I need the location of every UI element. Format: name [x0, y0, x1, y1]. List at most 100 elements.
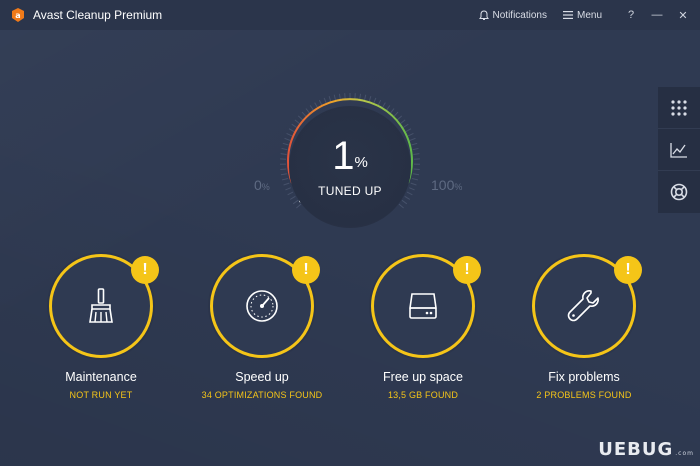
fix-problems-alert-badge: !: [614, 256, 642, 284]
gauge-max: 100%: [431, 177, 462, 193]
gauge-tick: [410, 182, 417, 186]
watermark-text: UEBUG: [598, 439, 674, 460]
svg-text:a: a: [15, 11, 20, 20]
gauge-tick: [405, 128, 412, 133]
fix-problems-status: 2 PROBLEMS FOUND: [536, 390, 632, 400]
gauge-max-unit: %: [454, 182, 463, 192]
speedometer-icon: [246, 290, 278, 322]
gauge-tick: [282, 142, 289, 146]
gauge-tick: [398, 203, 404, 209]
gauge-tick: [385, 105, 391, 111]
gauge-tick: [291, 123, 298, 128]
menu-label: Menu: [576, 9, 602, 21]
gauge-tick: [285, 187, 292, 191]
fix-problems-title: Fix problems: [548, 370, 620, 384]
gauge-tick: [286, 132, 293, 137]
broom-icon: [89, 288, 113, 323]
gauge-tick: [411, 142, 418, 146]
gauge-value-unit: %: [354, 154, 368, 171]
free-up-space-alert-badge: !: [453, 256, 481, 284]
free-up-space-title: Free up space: [383, 370, 463, 384]
gauge-tick: [413, 168, 420, 171]
title-bar: a Avast Cleanup Premium Notifications Me…: [0, 0, 700, 30]
maintenance-card: ! Maintenance NOT RUN YET: [16, 254, 186, 424]
gauge-tick: [280, 153, 287, 155]
gauge-tick: [287, 191, 294, 196]
gauge-tick: [381, 102, 386, 109]
app-title: Avast Cleanup Premium: [33, 8, 163, 22]
gauge-tick: [373, 97, 377, 104]
watermark: UEBUG .com: [598, 439, 694, 460]
hamburger-icon: [562, 11, 573, 19]
gauge-tick: [406, 191, 413, 196]
minimize-button[interactable]: —: [644, 0, 670, 30]
speed-up-title: Speed up: [235, 370, 289, 384]
gauge-tick: [407, 132, 414, 137]
maintenance-alert-badge: !: [131, 256, 159, 284]
side-panel: [658, 87, 700, 213]
free-up-space-card: ! Free up space 13,5 GB FOUND: [338, 254, 508, 424]
gauge-tick: [301, 111, 307, 117]
gauge-tick: [363, 94, 367, 101]
side-grid-button[interactable]: [658, 87, 700, 129]
gauge-tick: [280, 173, 287, 176]
gauge-tick: [288, 128, 295, 133]
speed-up-status: 34 OPTIMIZATIONS FOUND: [201, 390, 323, 400]
side-help-button[interactable]: [658, 171, 700, 213]
free-up-space-status: 13,5 GB FOUND: [387, 390, 459, 400]
gauge-tick: [314, 102, 319, 109]
gauge-tick: [309, 105, 315, 111]
gauge-tick: [296, 203, 302, 209]
help-button[interactable]: ?: [618, 0, 644, 30]
gauge-tick: [280, 168, 287, 171]
gauge-tick: [328, 96, 332, 103]
maintenance-status: NOT RUN YET: [69, 390, 133, 400]
gauge-tick: [323, 97, 327, 104]
gauge-tick: [413, 153, 420, 155]
fix-problems-card: ! Fix problems 2 PROBLEMS FOUND: [499, 254, 669, 424]
gauge-tick: [411, 177, 419, 181]
hard-drive-icon: [409, 293, 437, 319]
gauge-tick: [396, 115, 403, 121]
gauge-value-number: 1: [332, 134, 355, 178]
lifebuoy-icon: [670, 183, 688, 201]
gauge-min-unit: %: [261, 182, 270, 192]
gauge-tick: [401, 199, 408, 205]
speed-up-alert-badge: !: [292, 256, 320, 284]
gauge-tick: [409, 137, 416, 141]
gauge-tick: [292, 199, 299, 205]
gauge-tick: [377, 99, 382, 106]
gauge-tick: [318, 99, 323, 106]
side-chart-button[interactable]: [658, 129, 700, 171]
gauge-tick: [402, 123, 409, 128]
avast-logo-icon: a: [12, 8, 24, 22]
gauge-value: 1%: [300, 136, 400, 183]
gauge-tick: [289, 195, 296, 200]
watermark-sub: .com: [675, 450, 694, 457]
maintenance-title: Maintenance: [65, 370, 137, 384]
gauge-tick: [284, 137, 291, 141]
chart-icon: [670, 142, 687, 158]
gauge-tick: [400, 119, 406, 124]
wrench-icon: [567, 290, 599, 322]
gauge-tick: [297, 115, 304, 121]
gauge-tick: [412, 147, 419, 151]
gauge-tick: [333, 94, 337, 101]
gauge-min: 0%: [254, 177, 270, 193]
bell-icon: [478, 9, 489, 20]
speed-up-card: ! Speed up 34 OPTIMIZATIONS FOUND: [177, 254, 347, 424]
menu-button[interactable]: Menu: [562, 9, 602, 21]
gauge-tick: [305, 108, 311, 114]
gauge-tick: [283, 182, 290, 186]
close-button[interactable]: ✕: [670, 0, 696, 30]
gauge-tick: [389, 108, 395, 114]
notifications-button[interactable]: Notifications: [478, 9, 547, 21]
gauge-min-value: 0: [254, 177, 262, 193]
gauge-tick: [281, 147, 288, 151]
gauge-tick: [368, 96, 372, 103]
grid-icon: [671, 99, 687, 116]
gauge-tick: [413, 173, 420, 176]
gauge-tick: [294, 119, 300, 124]
gauge-tick: [408, 187, 415, 191]
gauge-tick: [281, 177, 289, 181]
